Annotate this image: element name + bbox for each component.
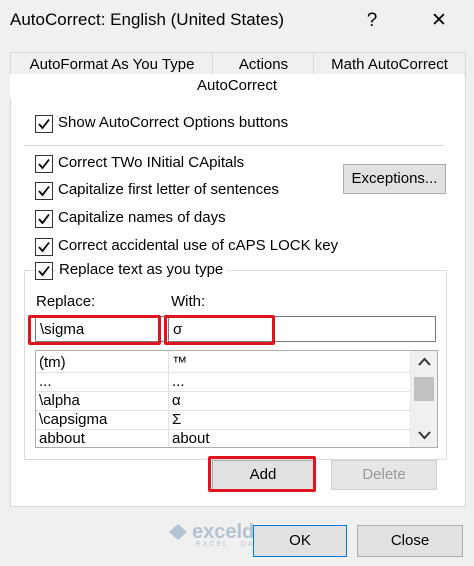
two-initial-caps-checkbox[interactable]: [35, 155, 53, 173]
close-window-button[interactable]: ✕: [424, 8, 454, 34]
checkmark-icon: [38, 241, 50, 253]
two-initial-caps-label: Correct TWo INitial CApitals: [58, 154, 245, 171]
chevron-up-icon[interactable]: [418, 357, 431, 366]
exceptions-button[interactable]: Exceptions...: [343, 164, 446, 194]
list-cell-replace: ...: [39, 373, 52, 390]
capitalize-first-checkbox[interactable]: [35, 182, 53, 200]
window-title: AutoCorrect: English (United States): [10, 10, 285, 29]
ok-button[interactable]: OK: [253, 525, 347, 557]
separator: [24, 145, 445, 146]
list-scrollbar[interactable]: [410, 351, 437, 447]
capitalize-days-checkbox[interactable]: [35, 210, 53, 228]
list-row[interactable]: (tm) ™: [36, 353, 410, 373]
add-highlight-box: [208, 456, 316, 492]
list-cell-replace: (tm): [39, 354, 66, 371]
caps-lock-label: Correct accidental use of cAPS LOCK key: [58, 237, 339, 254]
list-cell-replace: \alpha: [39, 392, 80, 409]
checkmark-icon: [38, 265, 50, 277]
list-cell-replace: \capsigma: [39, 411, 108, 428]
list-cell-with: ™: [172, 354, 187, 371]
list-row[interactable]: abbout about: [36, 429, 410, 447]
list-cell-with: ...: [172, 373, 185, 390]
capitalize-days-label: Capitalize names of days: [58, 209, 226, 226]
list-row[interactable]: ... ...: [36, 372, 410, 392]
watermark-logo-icon: [168, 523, 188, 541]
show-options-label: Show AutoCorrect Options buttons: [58, 114, 289, 131]
tab-autocorrect[interactable]: AutoCorrect: [10, 74, 464, 98]
with-label: With:: [171, 293, 206, 310]
checkmark-icon: [38, 118, 50, 130]
checkmark-icon: [38, 185, 50, 197]
help-button[interactable]: ?: [357, 8, 387, 34]
replace-highlight-box: [28, 315, 161, 345]
checkmark-icon: [38, 213, 50, 225]
close-button[interactable]: Close: [357, 525, 463, 557]
list-cell-with: α: [172, 392, 181, 409]
scrollbar-thumb[interactable]: [414, 377, 434, 401]
list-cell-with: Σ: [172, 411, 182, 428]
delete-button[interactable]: Delete: [331, 460, 437, 490]
with-highlight-box: [164, 315, 275, 345]
replace-label: Replace:: [36, 293, 96, 310]
replacement-list[interactable]: (tm) ™ ... ... \alpha α \capsigma Σ abbo…: [35, 350, 438, 448]
show-options-checkbox[interactable]: [35, 115, 53, 133]
list-row[interactable]: \capsigma Σ: [36, 410, 410, 430]
capitalize-first-label: Capitalize first letter of sentences: [58, 181, 279, 198]
list-row[interactable]: \alpha α: [36, 391, 410, 411]
list-cell-replace: abbout: [39, 430, 85, 447]
caps-lock-checkbox[interactable]: [35, 238, 53, 256]
checkmark-icon: [38, 158, 50, 170]
replace-text-checkbox[interactable]: [35, 262, 53, 280]
chevron-down-icon[interactable]: [418, 431, 431, 440]
list-cell-with: about: [172, 430, 210, 447]
replace-text-label: Replace text as you type: [56, 261, 227, 278]
